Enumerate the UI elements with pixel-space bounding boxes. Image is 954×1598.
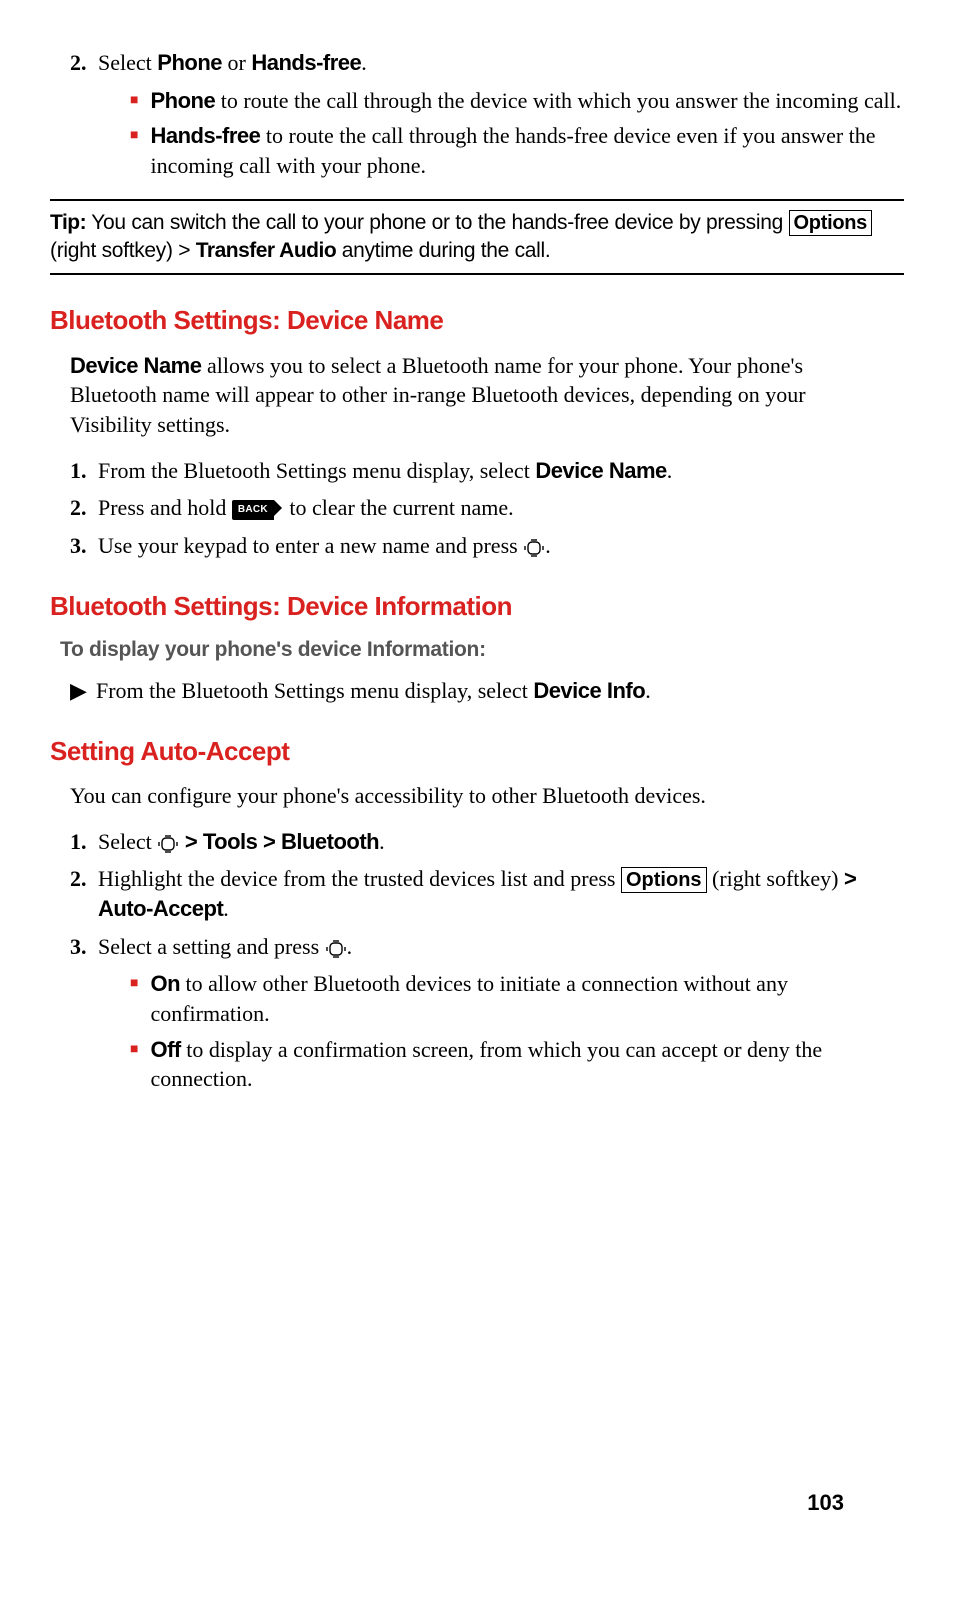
- heading-auto-accept: Setting Auto-Accept: [50, 734, 904, 769]
- nav-key-icon: [325, 940, 347, 958]
- bullet-icon: ■: [130, 1041, 138, 1094]
- nav-key-icon: [523, 539, 545, 557]
- para-device-name: Device Name allows you to select a Bluet…: [70, 351, 884, 440]
- bullet-icon: ■: [130, 975, 138, 1028]
- bullet-handsfree: ■ Hands-free to route the call through t…: [130, 121, 904, 180]
- page: 2. Select Phone or Hands-free. ■ Phone t…: [50, 48, 904, 1558]
- dn-step-3: 3. Use your keypad to enter a new name a…: [70, 531, 904, 561]
- options-softkey: Options: [621, 867, 707, 893]
- heading-device-name: Bluetooth Settings: Device Name: [50, 303, 904, 338]
- back-key-icon: BACK: [232, 500, 274, 520]
- options-softkey: Options: [789, 210, 872, 236]
- bullet-icon: ■: [130, 92, 138, 116]
- heading-device-info: Bluetooth Settings: Device Information: [50, 589, 904, 624]
- dn-step-1: 1. From the Bluetooth Settings menu disp…: [70, 456, 904, 486]
- step-text: Select Phone or Hands-free.: [98, 48, 904, 78]
- arrow-device-info: ▶ From the Bluetooth Settings menu displ…: [70, 676, 904, 706]
- page-number: 103: [807, 1488, 844, 1518]
- arrow-icon: ▶: [70, 676, 96, 706]
- bullet-off: ■ Off to display a confirmation screen, …: [130, 1035, 904, 1094]
- aa-step-3: 3. Select a setting and press .: [70, 932, 904, 962]
- bullet-on: ■ On to allow other Bluetooth devices to…: [130, 969, 904, 1028]
- step-2: 2. Select Phone or Hands-free.: [70, 48, 904, 78]
- sub-bullets: ■ Phone to route the call through the de…: [130, 86, 904, 181]
- step-num: 2.: [70, 48, 98, 78]
- nav-key-icon: [157, 835, 179, 853]
- aa-sub-bullets: ■ On to allow other Bluetooth devices to…: [130, 969, 904, 1094]
- tip-label: Tip:: [50, 211, 86, 234]
- bullet-icon: ■: [130, 127, 138, 180]
- dn-step-2: 2. Press and hold BACK to clear the curr…: [70, 493, 904, 523]
- aa-step-2: 2. Highlight the device from the trusted…: [70, 864, 904, 923]
- aa-step-1: 1. Select > Tools > Bluetooth.: [70, 827, 904, 857]
- tip-box: Tip: You can switch the call to your pho…: [50, 199, 904, 276]
- para-auto-accept: You can configure your phone's accessibi…: [70, 781, 884, 811]
- subhead-device-info: To display your phone's device Informati…: [60, 636, 894, 664]
- bullet-phone: ■ Phone to route the call through the de…: [130, 86, 904, 116]
